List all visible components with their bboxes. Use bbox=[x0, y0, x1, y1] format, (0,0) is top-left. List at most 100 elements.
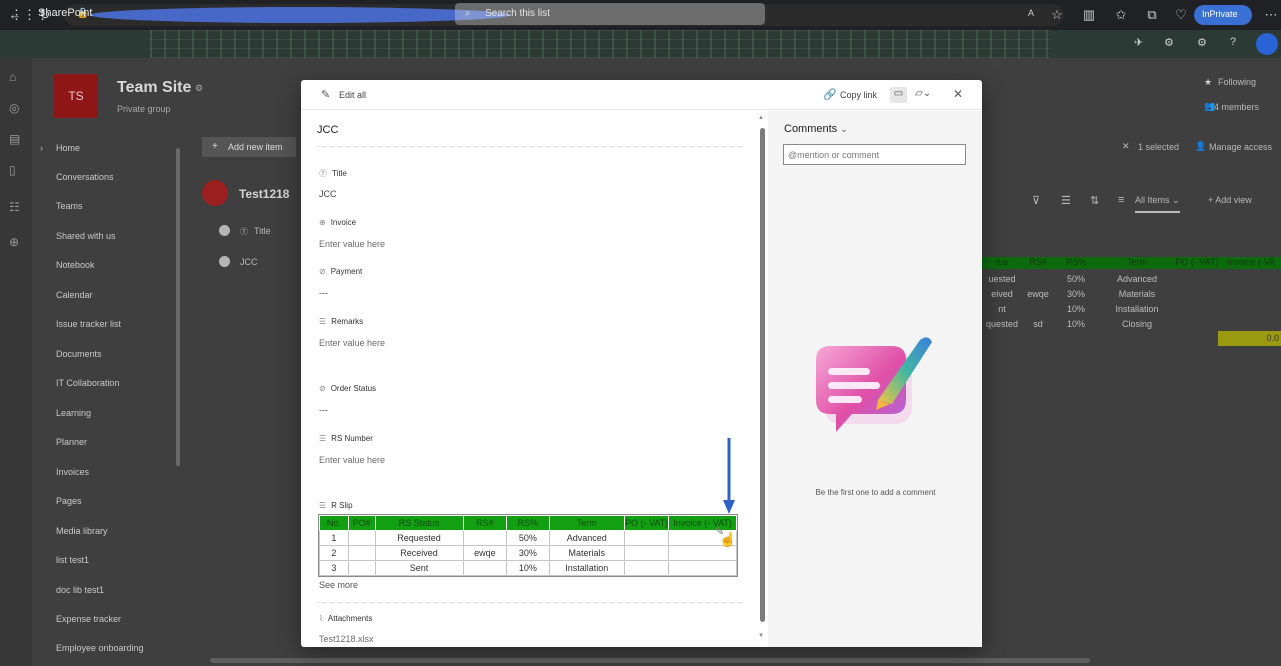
sidebar-item[interactable]: Shared with us bbox=[56, 231, 116, 241]
sidebar-item[interactable]: IT Collaboration bbox=[56, 378, 119, 388]
attachment-file-link[interactable]: Test1218.xlsx bbox=[319, 634, 374, 644]
search-input[interactable]: Search this list bbox=[455, 3, 765, 25]
sidebar-item[interactable]: Employee onboarding bbox=[56, 643, 144, 653]
field-value[interactable]: JCC bbox=[319, 189, 337, 199]
sidebar-item[interactable]: Pages bbox=[56, 496, 82, 506]
rslip-cell: 50% bbox=[506, 530, 550, 546]
globe-icon[interactable]: ◎ bbox=[9, 101, 23, 115]
sidebar-item[interactable]: Teams bbox=[56, 201, 83, 211]
sidebar-item[interactable]: Home bbox=[56, 143, 80, 153]
bg-table-cell: Closing bbox=[1121, 319, 1152, 329]
add-icon[interactable]: ⊕ bbox=[9, 235, 23, 249]
scroll-down-icon[interactable]: ▼ bbox=[758, 633, 764, 639]
field-label: ☰ Remarks bbox=[319, 317, 363, 326]
site-title[interactable]: Team Site bbox=[117, 79, 191, 97]
choice-type-icon: ⊘ bbox=[319, 384, 326, 393]
comments-toggle-icon[interactable]: ▭ bbox=[890, 87, 907, 103]
more-menu-icon[interactable]: ⋯ bbox=[1262, 7, 1280, 23]
sidebar-item[interactable]: Issue tracker list bbox=[56, 319, 121, 329]
list-title[interactable]: Test1218 bbox=[239, 187, 289, 201]
rslip-cell bbox=[347, 530, 376, 546]
sidebar-item[interactable]: doc lib test1 bbox=[56, 585, 104, 595]
members-button[interactable]: 4 members bbox=[1214, 102, 1259, 112]
close-icon[interactable]: ✕ bbox=[953, 87, 963, 101]
split-screen-icon[interactable]: ▥ bbox=[1080, 7, 1098, 23]
field-label: ⊘ Order Status bbox=[319, 384, 376, 393]
browser-essentials-icon[interactable]: ♡ bbox=[1172, 7, 1190, 23]
favorites-icon[interactable]: ✩ bbox=[1112, 7, 1130, 23]
edit-all-button[interactable]: Edit all bbox=[339, 90, 366, 100]
field-value[interactable]: --- bbox=[319, 405, 328, 415]
megaphone-icon[interactable]: ✈ bbox=[1134, 36, 1143, 49]
add-view-button[interactable]: + Add view bbox=[1208, 195, 1252, 205]
avatar[interactable] bbox=[1256, 33, 1278, 55]
pencil-icon: ✎ bbox=[321, 89, 331, 101]
close-selection-icon[interactable]: ✕ bbox=[1122, 141, 1130, 152]
multiline-text-icon: ☰ bbox=[319, 434, 327, 443]
chevron-right-icon[interactable]: › bbox=[40, 143, 43, 153]
rslip-cell: Received bbox=[374, 545, 464, 561]
copy-link-button[interactable]: Copy link bbox=[840, 90, 877, 100]
sharepoint-brand[interactable]: SharePoint bbox=[38, 7, 92, 19]
sidebar-item[interactable]: Documents bbox=[56, 349, 102, 359]
select-all-checkbox[interactable] bbox=[219, 225, 230, 236]
field-value[interactable]: Enter value here bbox=[319, 239, 385, 249]
scroll-up-icon[interactable]: ▲ bbox=[758, 115, 764, 121]
collections-icon[interactable]: ⧉ bbox=[1143, 7, 1161, 23]
sidebar-item[interactable]: Conversations bbox=[56, 172, 114, 182]
read-aloud-icon[interactable]: A bbox=[1022, 8, 1040, 18]
home-icon[interactable]: ⌂ bbox=[9, 70, 23, 84]
rslip-cell: Sent bbox=[374, 560, 464, 576]
form-scrollbar[interactable] bbox=[760, 128, 765, 622]
inprivate-badge[interactable]: InPrivate bbox=[1194, 5, 1252, 25]
teams-share-icon[interactable]: ▱⌄ bbox=[915, 88, 931, 99]
field-label: ⊕ Invoice bbox=[319, 218, 356, 227]
site-logo: TS bbox=[54, 74, 98, 118]
sidebar-item[interactable]: Media library bbox=[56, 526, 108, 536]
field-value[interactable]: --- bbox=[319, 288, 328, 298]
see-more-link[interactable]: See more bbox=[319, 580, 358, 590]
favorite-star-icon[interactable]: ☆ bbox=[1048, 7, 1066, 23]
rslip-table[interactable]: No. PO# RS Status RS# RS% Term PO (- VAT) Invoi… bbox=[318, 514, 738, 577]
field-value[interactable]: Enter value here bbox=[319, 455, 385, 465]
filter-icon[interactable]: ⊽ bbox=[1032, 194, 1040, 207]
rslip-row: 1 Requested 50% Advanced bbox=[319, 530, 737, 546]
rslip-header-cell: RS% bbox=[506, 515, 550, 531]
file-icon[interactable]: ▯ bbox=[9, 163, 23, 177]
page-horizontal-scrollbar[interactable] bbox=[210, 658, 1090, 663]
panel-toolbar bbox=[301, 80, 982, 110]
rslip-cell bbox=[623, 560, 670, 576]
row-checkbox[interactable] bbox=[219, 256, 230, 267]
help-icon[interactable]: ? bbox=[1230, 36, 1236, 48]
bg-table-cell: sd bbox=[1033, 319, 1043, 329]
title-column-header[interactable]: Ⓣ Title bbox=[240, 226, 271, 236]
rslip-row: 3 Sent 10% Installation bbox=[319, 560, 737, 576]
sidebar-item[interactable]: Learning bbox=[56, 408, 91, 418]
rslip-cell: Advanced bbox=[548, 530, 625, 546]
bg-table-row: eived ewqe 30% Materials bbox=[982, 287, 1281, 302]
field-value[interactable]: Enter value here bbox=[319, 338, 385, 348]
sort-icon[interactable]: ⇅ bbox=[1090, 194, 1099, 207]
sidebar-item[interactable]: Notebook bbox=[56, 260, 95, 270]
news-icon[interactable]: ▤ bbox=[9, 132, 23, 146]
choice-type-icon: ⊘ bbox=[319, 267, 326, 276]
sidebar-item[interactable]: Expense tracker bbox=[56, 614, 121, 624]
group-icon[interactable]: ☰ bbox=[1061, 194, 1071, 207]
view-selector[interactable]: All Items ⌄ bbox=[1135, 195, 1180, 213]
sidebar-item[interactable]: list test1 bbox=[56, 555, 89, 565]
paperclip-icon: ⌇ bbox=[319, 614, 323, 623]
row-title[interactable]: JCC bbox=[240, 257, 258, 267]
lists-icon[interactable]: ☷ bbox=[9, 200, 23, 214]
comments-header[interactable]: Comments ⌄ bbox=[784, 123, 848, 135]
rslip-row: 2 Received ewqe 30% Materials bbox=[319, 545, 737, 561]
sidebar-item[interactable]: Calendar bbox=[56, 290, 93, 300]
following-button[interactable]: Following bbox=[1218, 77, 1256, 87]
settings-icon[interactable]: ⚙ bbox=[1197, 36, 1207, 49]
sidebar-item[interactable]: Invoices bbox=[56, 467, 89, 477]
nav-scrollbar[interactable] bbox=[176, 148, 180, 466]
share-icon[interactable]: ⚙ bbox=[1164, 36, 1174, 49]
comment-input[interactable]: @mention or comment bbox=[783, 144, 966, 165]
bg-table-cell: 30% bbox=[1066, 289, 1085, 299]
manage-access-button[interactable]: Manage access bbox=[1209, 142, 1272, 152]
sidebar-item[interactable]: Planner bbox=[56, 437, 87, 447]
